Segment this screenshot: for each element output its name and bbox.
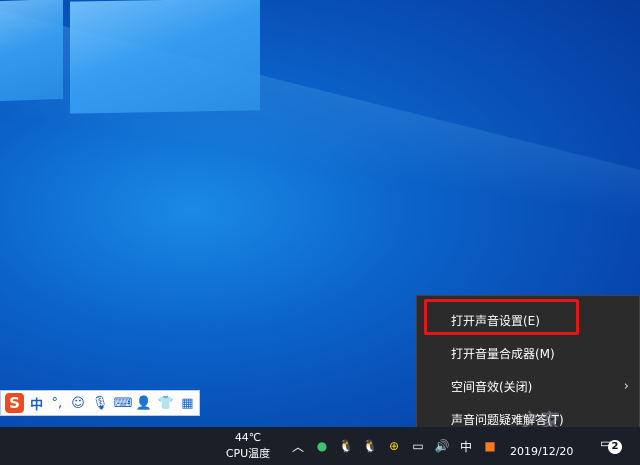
chevron-up-icon[interactable]: ︿ <box>286 438 310 455</box>
app-icon[interactable]: ■ <box>478 439 502 453</box>
menu-item-volume-mixer[interactable]: 打开音量合成器(M) <box>417 339 640 369</box>
sogou-logo-icon[interactable]: S <box>5 393 25 413</box>
logo-pane-right <box>70 0 260 114</box>
clock-date[interactable]: 2019/12/20 <box>510 445 573 458</box>
user-icon[interactable]: 👤 <box>136 396 152 411</box>
temp-label: CPU温度 <box>225 447 271 460</box>
highlight-box <box>424 299 579 335</box>
keyboard-icon[interactable]: ⌨ <box>114 396 133 411</box>
qq-icon[interactable]: 🐧 <box>358 439 382 453</box>
logo-pane-left <box>0 0 63 102</box>
ime-icon[interactable]: 中 <box>454 438 478 455</box>
volume-icon[interactable]: 🔊 <box>430 439 454 453</box>
notification-count-badge: 2 <box>608 440 622 454</box>
taskbar: 44℃ CPU温度 ︿ ● 🐧 🐧 ⊕ ▭ 🔊 中 ■ 2019/12/20 ▭… <box>0 427 640 465</box>
menu-item-spatial-sound[interactable]: 空间音效(关闭) › <box>417 372 640 402</box>
action-center-button[interactable]: ▭ 2 <box>600 436 622 456</box>
ime-toolbar: S 中 °, ☺ 🎙 ⌨ 👤 👕 ▦ <box>0 390 200 416</box>
temp-value: 44℃ <box>234 431 262 444</box>
shirt-icon[interactable]: 👕 <box>158 396 174 411</box>
plus-icon[interactable]: ⊕ <box>382 439 406 453</box>
windows-logo <box>0 0 270 130</box>
network-icon[interactable]: ▭ <box>406 439 430 453</box>
emoji-icon[interactable]: ☺ <box>70 396 85 411</box>
submenu-arrow-icon: › <box>623 379 629 394</box>
grid-icon[interactable]: ▦ <box>180 396 195 411</box>
wechat-icon[interactable]: ● <box>310 439 334 453</box>
qq-icon[interactable]: 🐧 <box>334 439 358 453</box>
cpu-temperature-widget[interactable]: 44℃ CPU温度 <box>216 427 280 465</box>
ime-language-toggle[interactable]: 中 <box>30 394 43 413</box>
punctuation-toggle[interactable]: °, <box>49 396 64 411</box>
microphone-icon[interactable]: 🎙 <box>92 396 109 411</box>
system-tray: ︿ ● 🐧 🐧 ⊕ ▭ 🔊 中 ■ <box>286 427 502 465</box>
